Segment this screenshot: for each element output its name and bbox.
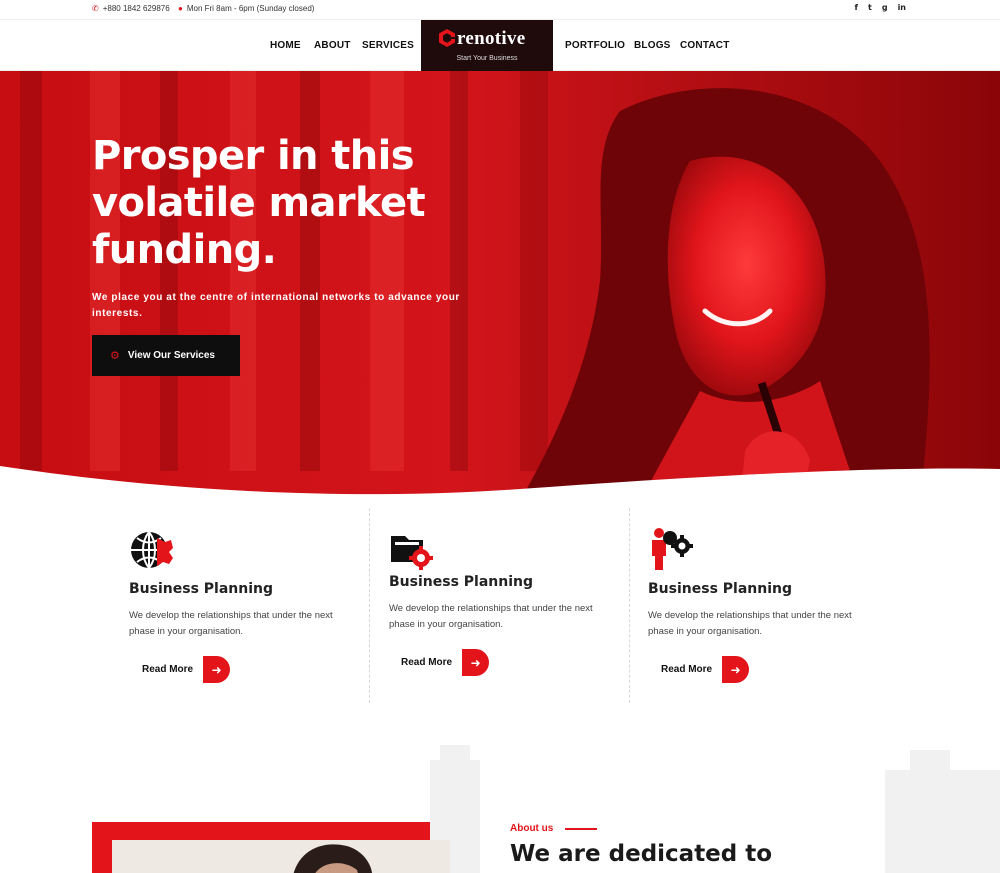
view-services-label: View Our Services [127, 350, 215, 361]
read-more-label: Read More [661, 664, 713, 675]
nav-about[interactable]: ABOUT [314, 40, 351, 51]
clock-icon: ● [178, 4, 183, 13]
linkedin-icon[interactable]: in [898, 3, 906, 12]
top-bar: ✆ +880 1842 629876 ● Mon Fri 8am - 6pm (… [0, 0, 1000, 20]
arrow-right-icon[interactable]: ➜ [722, 656, 750, 683]
hero-title: Prosper in this volatile market funding. [92, 133, 512, 274]
read-more-link[interactable]: Read More ➜ [661, 656, 750, 683]
hero-section: Prosper in this volatile market funding.… [0, 71, 1000, 501]
nav-home[interactable]: HOME [270, 40, 301, 51]
feature-card: Business Planning We develop the relatio… [129, 508, 389, 703]
nav-contact[interactable]: CONTACT [680, 40, 730, 51]
card-divider [369, 508, 370, 703]
about-label: About us [510, 823, 598, 834]
logo-name: renotive [457, 28, 526, 49]
gear-icon: ⚙ [110, 349, 120, 362]
feature-title: Business Planning [648, 581, 792, 597]
folder-gear-icon [391, 536, 433, 570]
view-services-button[interactable]: ⚙ View Our Services [92, 335, 240, 376]
facebook-icon[interactable]: f [855, 3, 858, 12]
phone-info[interactable]: ✆ +880 1842 629876 [92, 4, 170, 13]
arrow-right-icon[interactable]: ➜ [203, 656, 231, 683]
hours-info: ● Mon Fri 8am - 6pm (Sunday closed) [178, 4, 314, 13]
nav-portfolio[interactable]: PORTFOLIO [565, 40, 625, 51]
globe-gear-icon [131, 531, 173, 569]
read-more-label: Read More [142, 664, 194, 675]
person-gear-icon [652, 528, 693, 570]
feature-text: We develop the relationships that under … [648, 610, 852, 637]
phone-number: +880 1842 629876 [102, 4, 170, 13]
feature-text: We develop the relationships that under … [129, 610, 333, 637]
feature-title: Business Planning [389, 574, 533, 590]
hero-title-line: funding. [92, 227, 277, 273]
logo-mark-icon [439, 29, 455, 47]
read-more-link[interactable]: Read More ➜ [401, 649, 490, 676]
hero-subtitle: We place you at the centre of internatio… [92, 292, 460, 319]
hero-title-line: volatile market [92, 180, 426, 226]
feature-card: Business Planning We develop the relatio… [389, 508, 649, 703]
logo-tagline: Start Your Business [456, 55, 518, 62]
about-photo-image [112, 840, 450, 873]
main-nav: HOME ABOUT SERVICES renotive Start Your … [0, 20, 1000, 71]
accent-line [565, 827, 598, 830]
read-more-link[interactable]: Read More ➜ [142, 656, 231, 683]
hero-title-line: Prosper in this [92, 133, 415, 179]
social-links: f t g in [855, 3, 906, 12]
github-icon[interactable]: g [882, 3, 888, 12]
feature-title: Business Planning [129, 581, 273, 597]
about-title: We are dedicated to [510, 841, 773, 867]
opening-hours: Mon Fri 8am - 6pm (Sunday closed) [186, 4, 315, 13]
feature-text: We develop the relationships that under … [389, 603, 593, 630]
read-more-label: Read More [401, 657, 453, 668]
about-label-text: About us [510, 823, 554, 834]
nav-services[interactable]: SERVICES [362, 40, 414, 51]
feature-card: Business Planning We develop the relatio… [648, 508, 908, 703]
arrow-right-icon[interactable]: ➜ [462, 649, 490, 676]
nav-blogs[interactable]: BLOGS [634, 40, 671, 51]
card-divider [629, 508, 630, 703]
twitter-icon[interactable]: t [868, 3, 872, 12]
site-logo[interactable]: renotive Start Your Business [421, 20, 553, 71]
phone-icon: ✆ [92, 4, 99, 13]
about-photo [112, 840, 450, 873]
